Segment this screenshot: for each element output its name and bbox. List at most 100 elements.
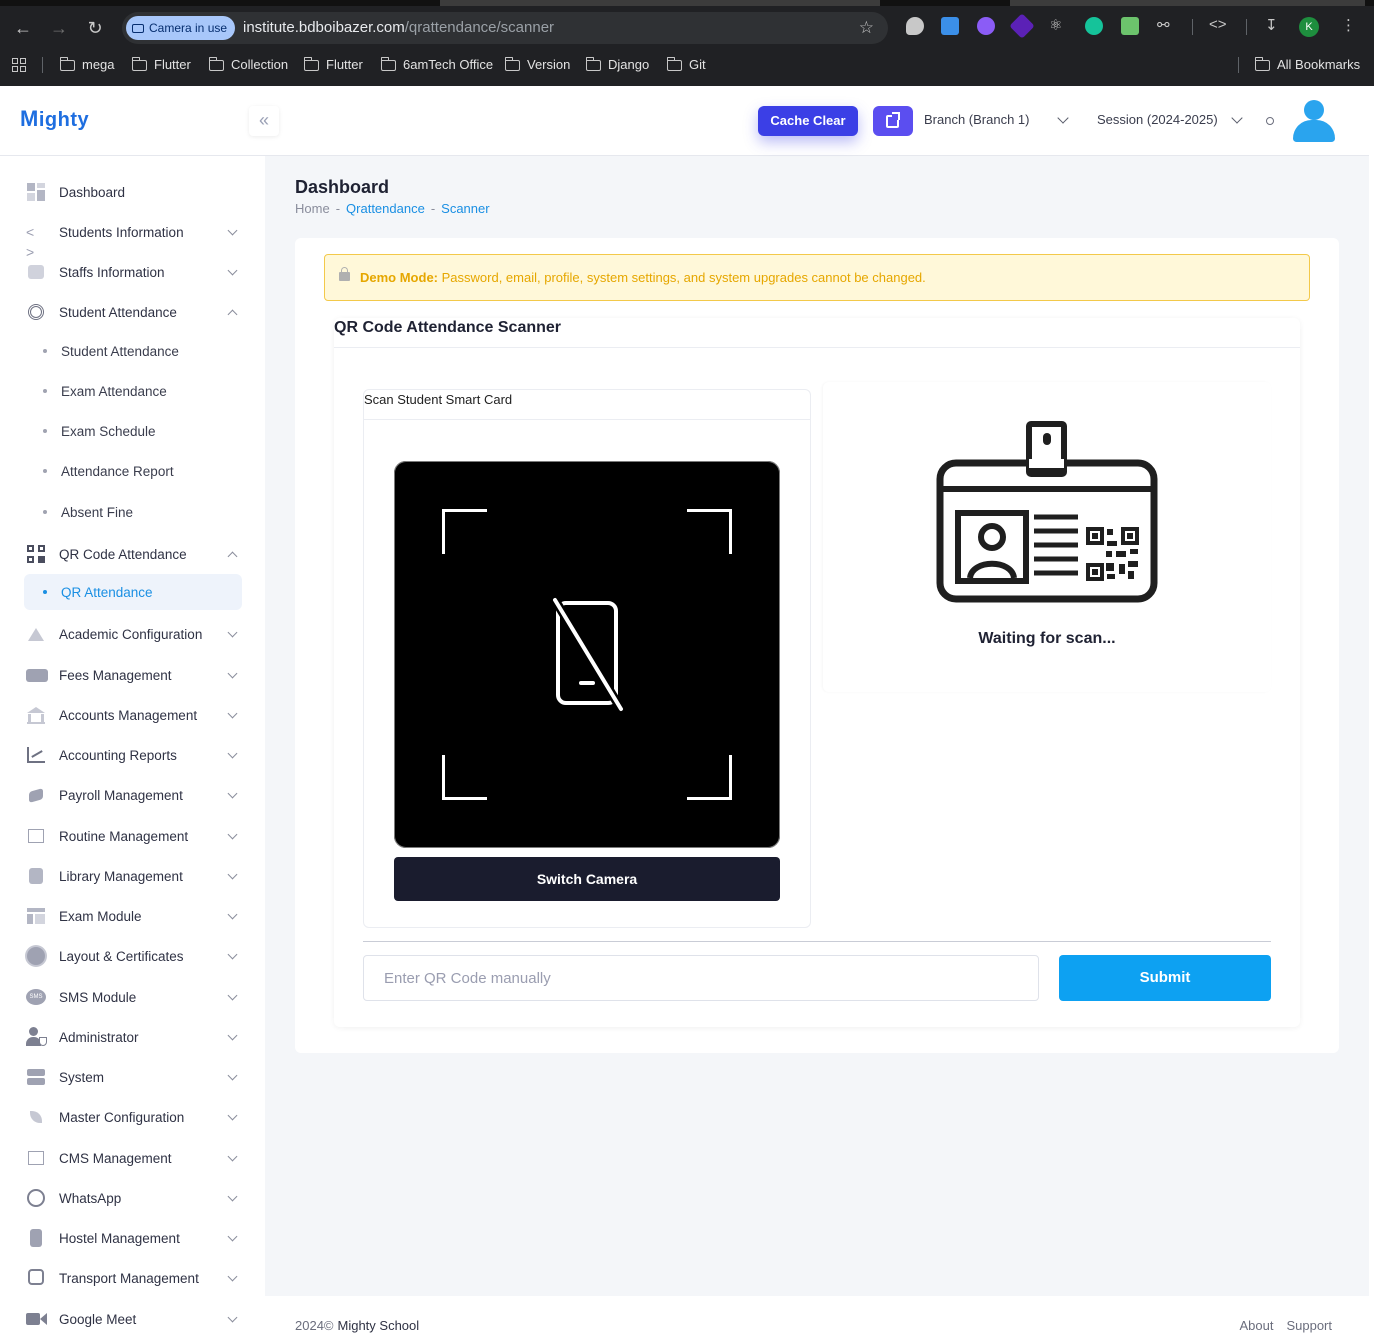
- switch-camera-button[interactable]: Switch Camera: [394, 857, 780, 901]
- admin-icon: [26, 1027, 47, 1047]
- bookmark-folder[interactable]: Version: [504, 52, 570, 78]
- extension-icon[interactable]: [941, 17, 959, 35]
- sidebar-item-academic-configuration[interactable]: Academic Configuration: [24, 616, 242, 652]
- chevron-up-icon: [227, 309, 238, 319]
- breadcrumb-home[interactable]: Home: [295, 201, 330, 216]
- theme-sun-icon[interactable]: [1262, 113, 1278, 129]
- chevron-down-icon: [227, 869, 238, 879]
- sidebar-item-administrator[interactable]: Administrator: [24, 1019, 242, 1055]
- tab-strip: [0, 0, 1374, 6]
- sidebar-item-student-attendance[interactable]: Student Attendance: [24, 294, 242, 330]
- bookmark-folder[interactable]: Collection: [208, 52, 288, 78]
- bookmark-star-icon[interactable]: ☆: [859, 12, 874, 44]
- manual-qr-input[interactable]: [363, 955, 1039, 1001]
- sidebar-item-exam-module[interactable]: Exam Module: [24, 898, 242, 934]
- breadcrumb-qrattendance[interactable]: Qrattendance: [346, 201, 425, 216]
- divider: [363, 941, 1271, 942]
- submit-button[interactable]: Submit: [1059, 955, 1271, 1001]
- camera-in-use-badge[interactable]: Camera in use: [126, 16, 236, 40]
- sidebar-item-students-information[interactable]: < > Students Information: [24, 214, 242, 260]
- chevron-down-icon: [227, 1070, 238, 1080]
- sidebar-item-hostel-management[interactable]: Hostel Management: [24, 1220, 242, 1256]
- chevron-down-icon[interactable]: [1057, 112, 1069, 124]
- payroll-icon: [26, 785, 46, 805]
- menu-dots-icon[interactable]: ⋮: [1341, 16, 1356, 34]
- sidebar-item-accounting-reports[interactable]: Accounting Reports: [24, 737, 242, 773]
- map-icon: [26, 1148, 46, 1168]
- sidebar-subitem-absent-fine[interactable]: Absent Fine: [24, 494, 242, 530]
- reload-icon[interactable]: ↻: [83, 16, 107, 40]
- extension-icon[interactable]: [906, 17, 924, 35]
- bookmark-folder[interactable]: mega: [59, 52, 115, 78]
- devtools-icon[interactable]: <>: [1209, 16, 1227, 33]
- bookmark-folder[interactable]: Flutter: [303, 52, 363, 78]
- extension-icon[interactable]: [1009, 13, 1035, 39]
- bookmark-folder[interactable]: Django: [585, 52, 649, 78]
- bookmark-folder[interactable]: 6amTech Office: [380, 52, 493, 78]
- back-icon[interactable]: ←: [11, 16, 35, 40]
- app-logo[interactable]: Mighty: [20, 106, 89, 132]
- sidebar-item-accounts-management[interactable]: Accounts Management: [24, 697, 242, 733]
- screenshot-extension-icon[interactable]: [1121, 17, 1139, 35]
- sidebar-subitem-attendance-report[interactable]: Attendance Report: [24, 453, 242, 489]
- drive-icon: [26, 624, 46, 644]
- sidebar-item-payroll-management[interactable]: Payroll Management: [24, 777, 242, 813]
- scan-status-text: Waiting for scan...: [978, 630, 1116, 647]
- external-link-button[interactable]: [873, 106, 913, 136]
- bookmark-folder[interactable]: Git: [666, 52, 706, 78]
- sidebar-item-sms-module[interactable]: SMS SMS Module: [24, 979, 242, 1015]
- page-title: Dashboard: [295, 177, 390, 197]
- sidebar-item-whatsapp[interactable]: WhatsApp: [24, 1180, 242, 1216]
- footer-about-link[interactable]: About: [1239, 1318, 1273, 1333]
- chevron-down-icon[interactable]: [1231, 112, 1243, 124]
- sidebar-item-layout-certificates[interactable]: Layout & Certificates: [24, 938, 242, 974]
- all-bookmarks[interactable]: All Bookmarks: [1254, 52, 1360, 78]
- sidebar-item-dashboard[interactable]: Dashboard: [24, 174, 242, 210]
- id-card-icon: [26, 262, 46, 282]
- sidebar-subitem-student-attendance[interactable]: Student Attendance: [24, 333, 242, 369]
- chevron-down-icon: [227, 1030, 238, 1040]
- session-select[interactable]: Session (2024-2025): [1097, 112, 1218, 127]
- react-extension-icon[interactable]: ⚛: [1049, 16, 1062, 34]
- sidebar-subitem-qr-attendance[interactable]: QR Attendance: [24, 574, 242, 610]
- sidebar-item-routine-management[interactable]: Routine Management: [24, 818, 242, 854]
- footer: 2024© Mighty School About Support: [265, 1296, 1369, 1335]
- sidebar-subitem-exam-schedule[interactable]: Exam Schedule: [24, 413, 242, 449]
- chevron-down-icon: [227, 1191, 238, 1201]
- sidebar-item-transport-management[interactable]: Transport Management: [24, 1260, 242, 1296]
- forward-icon[interactable]: →: [47, 16, 71, 40]
- footer-support-link[interactable]: Support: [1286, 1318, 1332, 1333]
- folder-icon: [585, 56, 601, 71]
- cache-clear-button[interactable]: Cache Clear: [758, 106, 858, 136]
- sidebar-item-library-management[interactable]: Library Management: [24, 858, 242, 894]
- sidebar-item-cms-management[interactable]: CMS Management: [24, 1140, 242, 1176]
- camera-viewport[interactable]: [394, 461, 780, 848]
- download-icon[interactable]: ↧: [1265, 16, 1278, 34]
- folder-icon: [59, 56, 75, 71]
- sidebar-item-master-configuration[interactable]: Master Configuration: [24, 1099, 242, 1135]
- code-icon: < >: [26, 224, 35, 260]
- bookmark-folder[interactable]: Flutter: [131, 52, 191, 78]
- puzzle-icon[interactable]: ⚯: [1157, 16, 1170, 34]
- branch-select[interactable]: Branch (Branch 1): [924, 112, 1030, 127]
- collapse-sidebar-button[interactable]: «: [249, 106, 279, 136]
- grammarly-icon[interactable]: [1085, 17, 1103, 35]
- sidebar-item-staffs-information[interactable]: Staffs Information: [24, 254, 242, 290]
- chevron-down-icon: [227, 1151, 238, 1161]
- chevron-down-icon: [227, 1110, 238, 1120]
- profile-avatar[interactable]: K: [1299, 17, 1319, 37]
- sidebar-item-google-meet[interactable]: Google Meet: [24, 1301, 242, 1335]
- sidebar-item-system[interactable]: System: [24, 1059, 242, 1095]
- scrollbar[interactable]: [1369, 86, 1374, 1335]
- qr-code-icon: [26, 544, 46, 564]
- sidebar-item-qr-code-attendance[interactable]: QR Code Attendance: [24, 536, 242, 572]
- address-bar[interactable]: Camera in use institute.bdboibazer.com/q…: [122, 12, 888, 44]
- extension-icon[interactable]: [977, 17, 995, 35]
- breadcrumb-scanner[interactable]: Scanner: [441, 201, 489, 216]
- sidebar-subitem-exam-attendance[interactable]: Exam Attendance: [24, 373, 242, 409]
- user-avatar[interactable]: [1291, 100, 1337, 142]
- chevron-down-icon: [227, 708, 238, 718]
- chevron-down-icon: [227, 990, 238, 1000]
- chevron-down-icon: [227, 788, 238, 798]
- sidebar-item-fees-management[interactable]: Fees Management: [24, 657, 242, 693]
